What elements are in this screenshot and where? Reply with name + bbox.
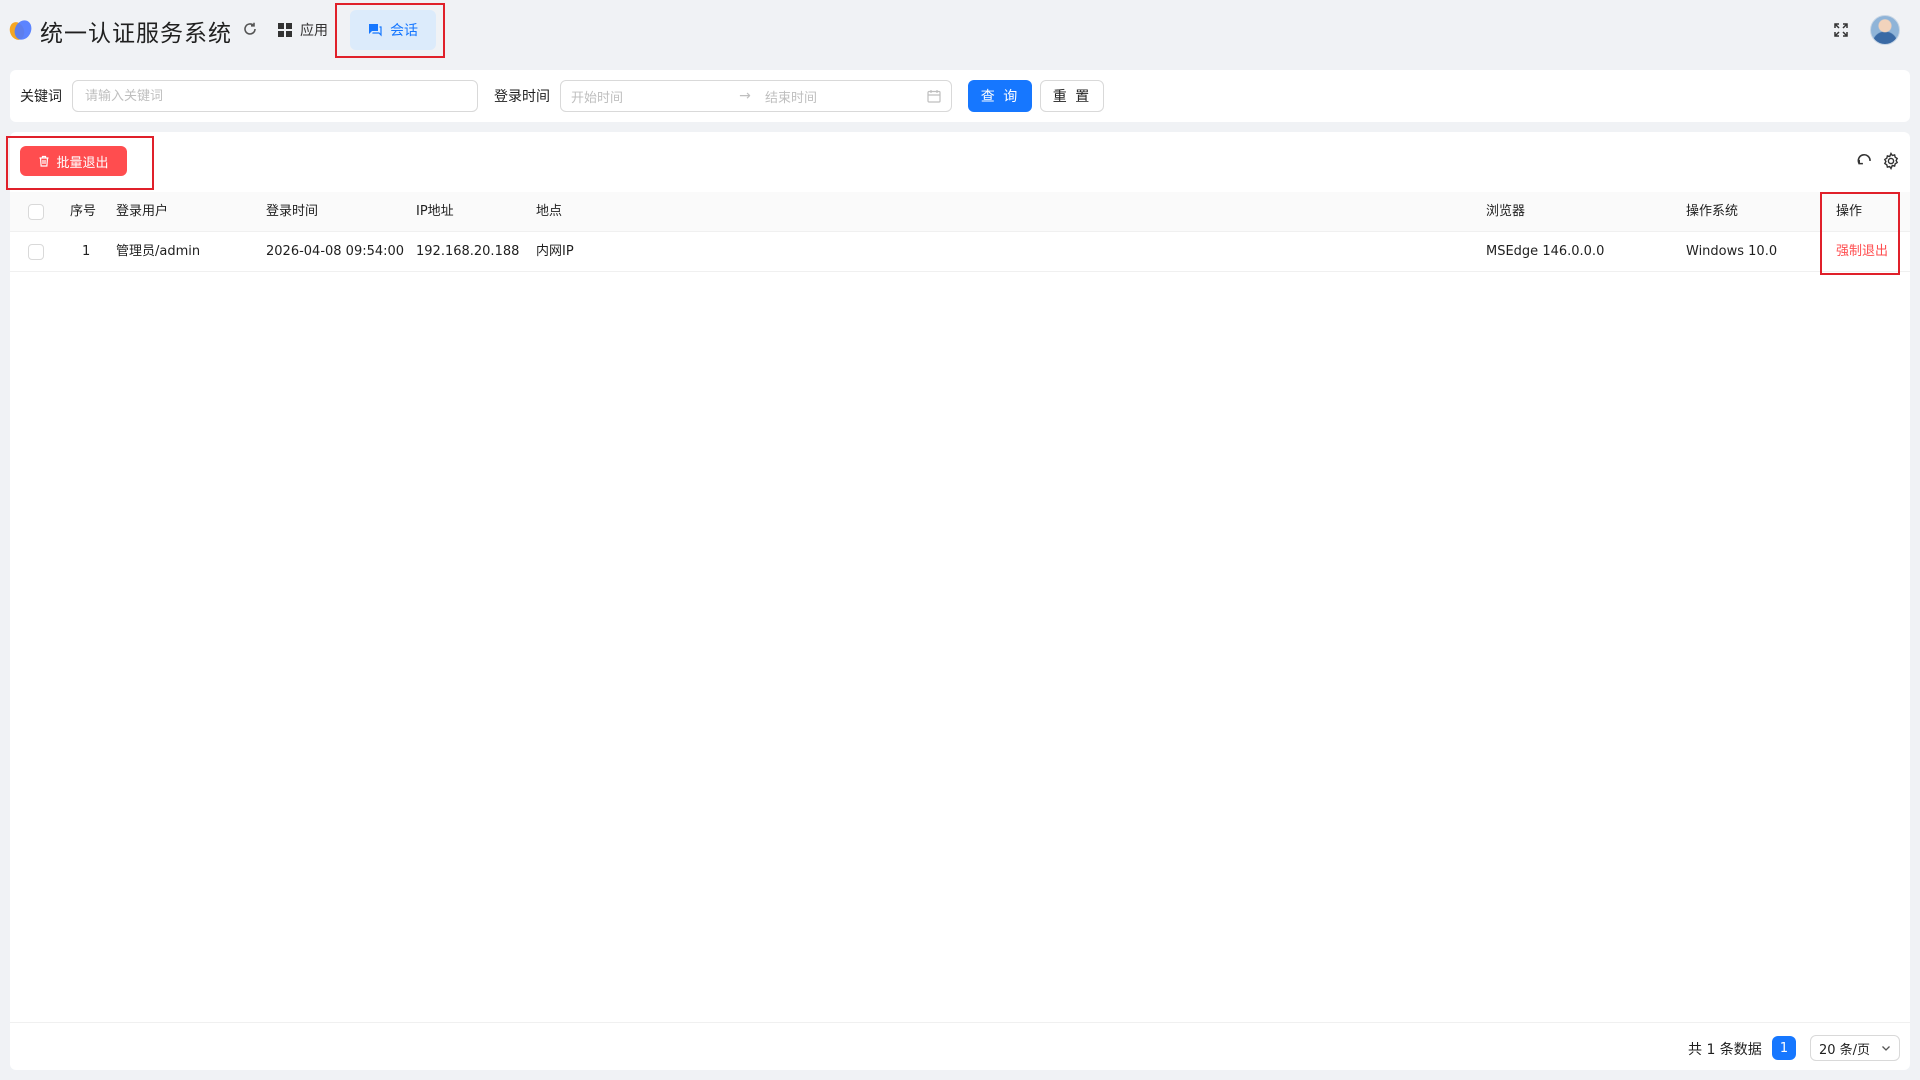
reset-button[interactable]: 重 置 (1040, 80, 1104, 112)
table-row: 1 管理员/admin 2026-04-08 09:54:00 192.168.… (10, 232, 1910, 272)
login-time-label: 登录时间 (494, 89, 550, 105)
keyword-input[interactable] (72, 80, 478, 112)
range-end-placeholder[interactable]: 结束时间 (765, 87, 925, 106)
cell-browser: MSEdge 146.0.0.0 (1486, 244, 1605, 259)
filter-panel: 关键词 登录时间 开始时间 → 结束时间 查 询 重 置 (10, 70, 1910, 122)
reload-icon[interactable] (1853, 150, 1875, 172)
cell-os: Windows 10.0 (1686, 244, 1778, 259)
column-header-user: 登录用户 (116, 204, 169, 219)
pagination-bar: 共 1 条数据 1 20 条/页 (10, 1022, 1910, 1070)
nav-tab-session-label: 会话 (390, 23, 418, 39)
app-logo-icon (9, 20, 32, 40)
top-header: 统一认证服务系统 应用 会话 (0, 0, 1920, 60)
chat-icon (369, 24, 382, 37)
range-start-placeholder[interactable]: 开始时间 (571, 87, 731, 106)
nav-tab-apps-label: 应用 (300, 23, 328, 39)
page-size-select[interactable]: 20 条/页 (1810, 1035, 1900, 1061)
gear-icon[interactable] (1880, 150, 1902, 172)
cell-index: 1 (82, 244, 91, 259)
table-header: 序号 登录用户 登录时间 IP地址 地点 浏览器 操作系统 操作 (10, 192, 1910, 232)
column-header-ip: IP地址 (416, 204, 454, 219)
nav-tab-session[interactable]: 会话 (350, 10, 436, 50)
column-header-os: 操作系统 (1686, 204, 1739, 219)
user-avatar[interactable] (1870, 15, 1900, 45)
keyword-label: 关键词 (20, 89, 62, 105)
query-button[interactable]: 查 询 (968, 80, 1032, 112)
total-count-text: 共 1 条数据 (1688, 1042, 1762, 1058)
column-header-index: 序号 (70, 204, 97, 219)
chevron-down-icon (1881, 1043, 1891, 1053)
batch-logout-button[interactable]: 批量退出 (20, 146, 127, 176)
refresh-icon[interactable] (240, 19, 260, 39)
cell-login-time: 2026-04-08 09:54:00 (266, 244, 405, 259)
batch-logout-label: 批量退出 (56, 155, 109, 171)
trash-icon (39, 155, 49, 167)
cell-ip: 192.168.20.188 (416, 244, 520, 259)
page-size-value: 20 条/页 (1819, 1042, 1871, 1058)
cell-user: 管理员/admin (116, 244, 201, 259)
column-header-login-time: 登录时间 (266, 204, 319, 219)
row-checkbox[interactable] (28, 244, 44, 260)
login-time-range-picker[interactable]: 开始时间 → 结束时间 (560, 80, 952, 112)
calendar-icon (927, 89, 941, 103)
app-title: 统一认证服务系统 (40, 21, 232, 47)
nav-tab-apps[interactable]: 应用 (266, 10, 340, 50)
column-header-browser: 浏览器 (1486, 204, 1526, 219)
column-header-location: 地点 (536, 204, 563, 219)
page-button-current[interactable]: 1 (1772, 1036, 1796, 1060)
select-all-checkbox[interactable] (28, 204, 44, 220)
cell-location: 内网IP (536, 244, 574, 259)
session-table-card: 批量退出 序号 登录用户 登录时间 IP地址 地点 浏览器 操作系统 操作 1 … (6, 132, 1910, 1070)
grid-icon (278, 23, 292, 37)
force-logout-link[interactable]: 强制退出 (1836, 232, 1888, 272)
range-separator-icon: → (739, 88, 751, 104)
column-header-action: 操作 (1836, 204, 1863, 219)
fullscreen-icon[interactable] (1830, 19, 1852, 41)
